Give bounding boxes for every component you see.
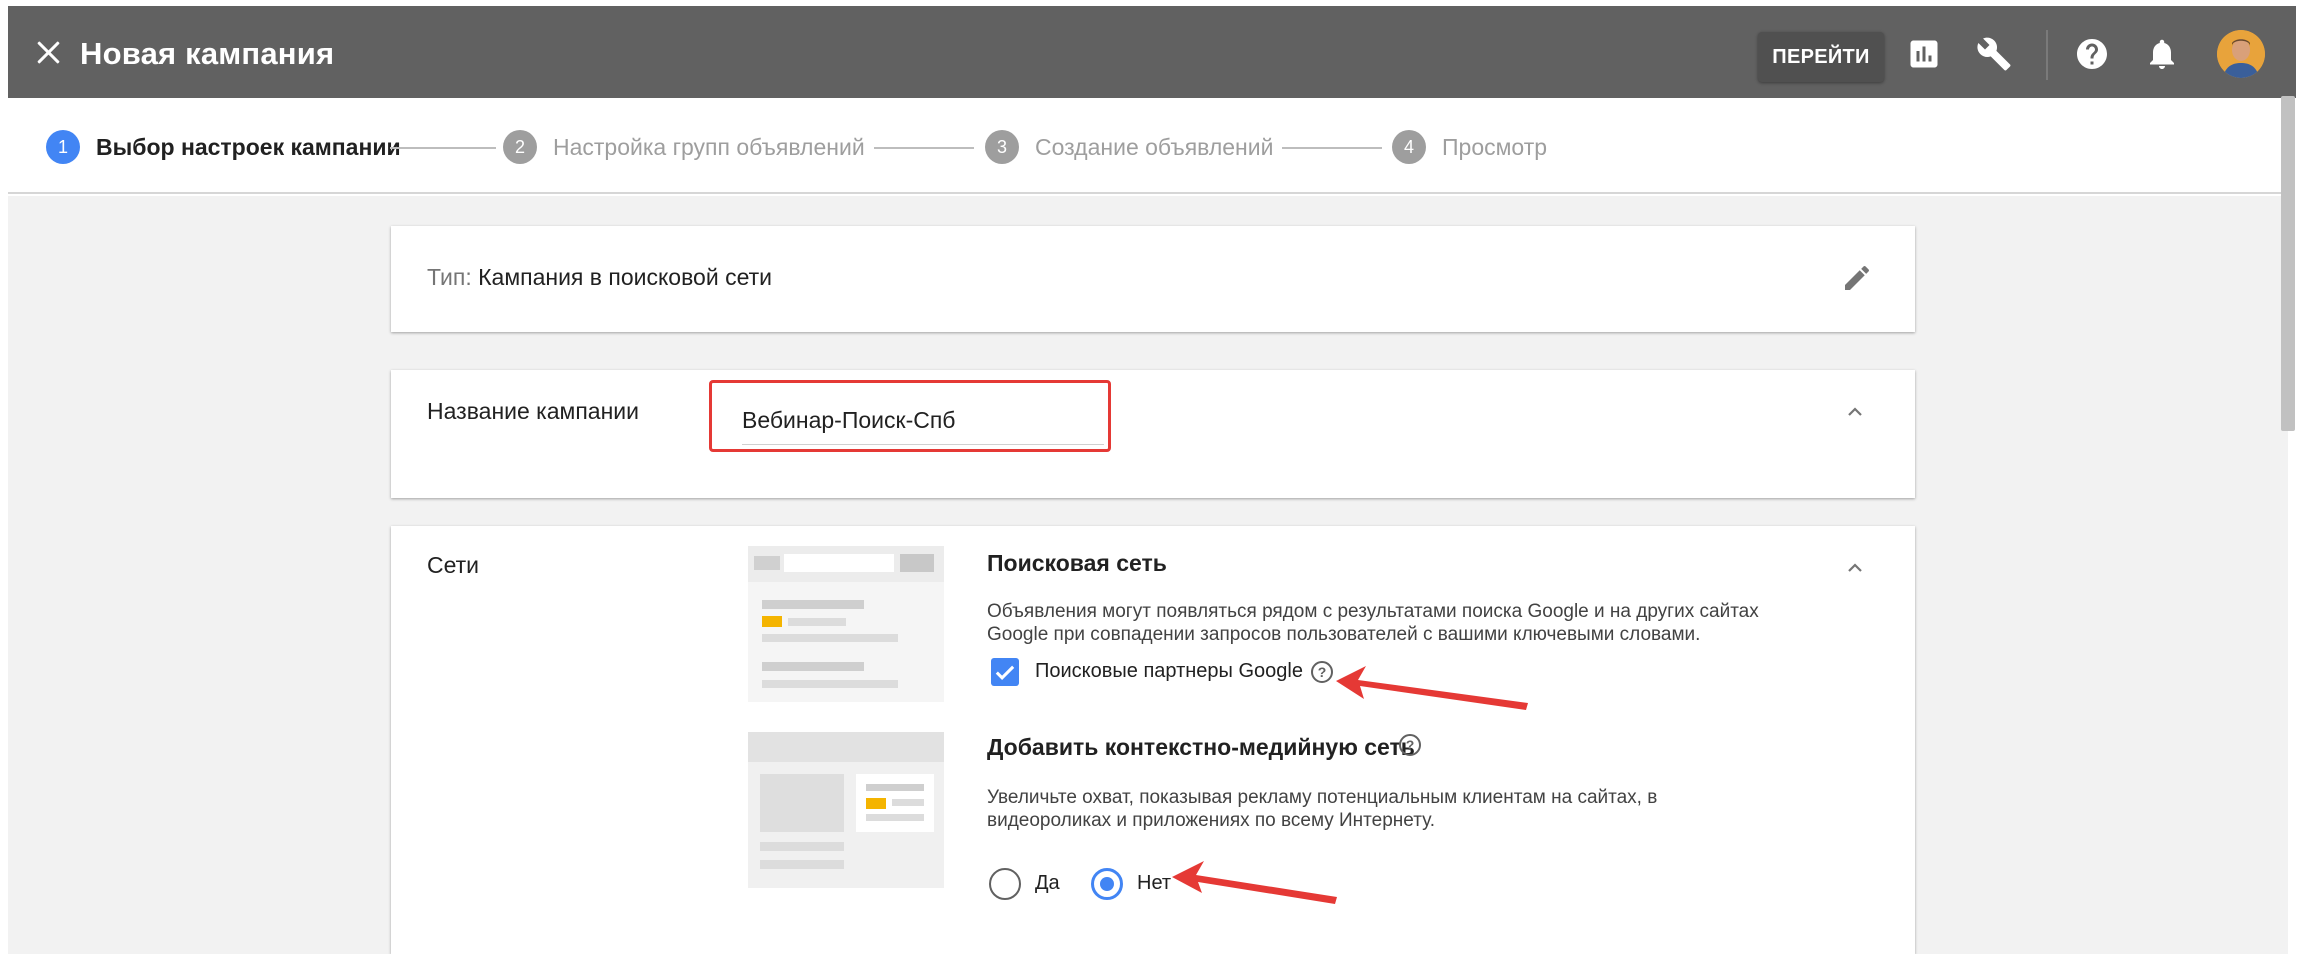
top-app-bar: Новая кампания ПЕРЕЙТИ (8, 6, 2296, 98)
display-network-description-2: видеороликах и приложениях по всему Инте… (987, 810, 1436, 831)
user-photo-icon (2217, 30, 2265, 78)
campaign-type-value: Кампания в поисковой сети (478, 264, 772, 290)
campaign-type-prefix: Тип: (427, 264, 472, 290)
bell-icon[interactable] (2144, 36, 2180, 72)
close-icon[interactable] (28, 32, 68, 72)
display-network-title: Добавить контекстно-медийную сеть (987, 734, 1415, 760)
step-4[interactable]: 4 Просмотр (1392, 130, 1547, 164)
campaign-name-input[interactable]: Вебинар-Поиск-Спб (742, 407, 1104, 445)
campaign-name-card: Название кампании Вебинар-Поиск-Спб (391, 370, 1915, 498)
display-network-description-1: Увеличьте охват, показывая рекламу потен… (987, 787, 1658, 808)
search-network-title: Поисковая сеть (987, 550, 1167, 576)
display-network-illustration (748, 732, 944, 888)
search-partners-checkbox[interactable] (991, 658, 1019, 686)
step-3-number: 3 (985, 130, 1019, 164)
display-network-yes-label: Да (1035, 872, 1060, 894)
step-1-number: 1 (46, 130, 80, 164)
campaign-name-label: Название кампании (427, 398, 639, 424)
campaign-name-highlight: Вебинар-Поиск-Спб (709, 380, 1111, 452)
pencil-icon[interactable] (1841, 262, 1873, 294)
chevron-up-icon[interactable] (1843, 556, 1867, 580)
goto-button[interactable]: ПЕРЕЙТИ (1758, 32, 1884, 82)
step-2-label: Настройка групп объявлений (553, 133, 865, 160)
display-network-no-label: Нет (1137, 872, 1172, 894)
step-connector (1282, 147, 1382, 149)
step-connector (390, 147, 496, 149)
bar-chart-icon[interactable] (1906, 36, 1942, 72)
help-icon[interactable] (2074, 36, 2110, 72)
search-partners-label: Поисковые партнеры Google (1035, 660, 1303, 682)
question-circle-icon[interactable]: ? (1399, 734, 1421, 756)
campaign-type-card[interactable]: Тип: Кампания в поисковой сети (391, 226, 1915, 332)
checkmark-icon (995, 665, 1015, 680)
step-4-label: Просмотр (1442, 133, 1548, 160)
chevron-up-icon[interactable] (1843, 400, 1867, 424)
stepper: 1 Выбор настроек кампании 2 Настройка гр… (8, 98, 2288, 194)
step-2[interactable]: 2 Настройка групп объявлений (503, 130, 865, 164)
display-network-no-radio[interactable] (1091, 868, 1123, 900)
step-1[interactable]: 1 Выбор настроек кампании (46, 130, 401, 164)
step-3-label: Создание объявлений (1035, 133, 1274, 160)
step-1-label: Выбор настроек кампании (96, 133, 401, 160)
wrench-icon[interactable] (1976, 36, 2012, 72)
step-2-number: 2 (503, 130, 537, 164)
step-4-number: 4 (1392, 130, 1426, 164)
search-network-description-2: Google при совпадении запросов пользоват… (987, 624, 1701, 645)
search-network-illustration (748, 546, 944, 702)
step-connector (874, 147, 974, 149)
avatar[interactable] (2217, 30, 2265, 78)
page-title: Новая кампания (80, 36, 335, 71)
scrollbar[interactable] (2281, 96, 2295, 431)
networks-card: Сети Поисковая сеть Объявления могут поя… (391, 526, 1915, 954)
question-circle-icon[interactable]: ? (1311, 661, 1333, 683)
search-network-description-1: Объявления могут появляться рядом с резу… (987, 601, 1759, 622)
campaign-type: Тип: Кампания в поисковой сети (427, 264, 772, 291)
main-content: Тип: Кампания в поисковой сети Название … (8, 196, 2288, 954)
display-network-yes-radio[interactable] (989, 868, 1021, 900)
networks-label: Сети (427, 552, 480, 578)
step-3[interactable]: 3 Создание объявлений (985, 130, 1273, 164)
toolbar-divider (2046, 30, 2048, 80)
